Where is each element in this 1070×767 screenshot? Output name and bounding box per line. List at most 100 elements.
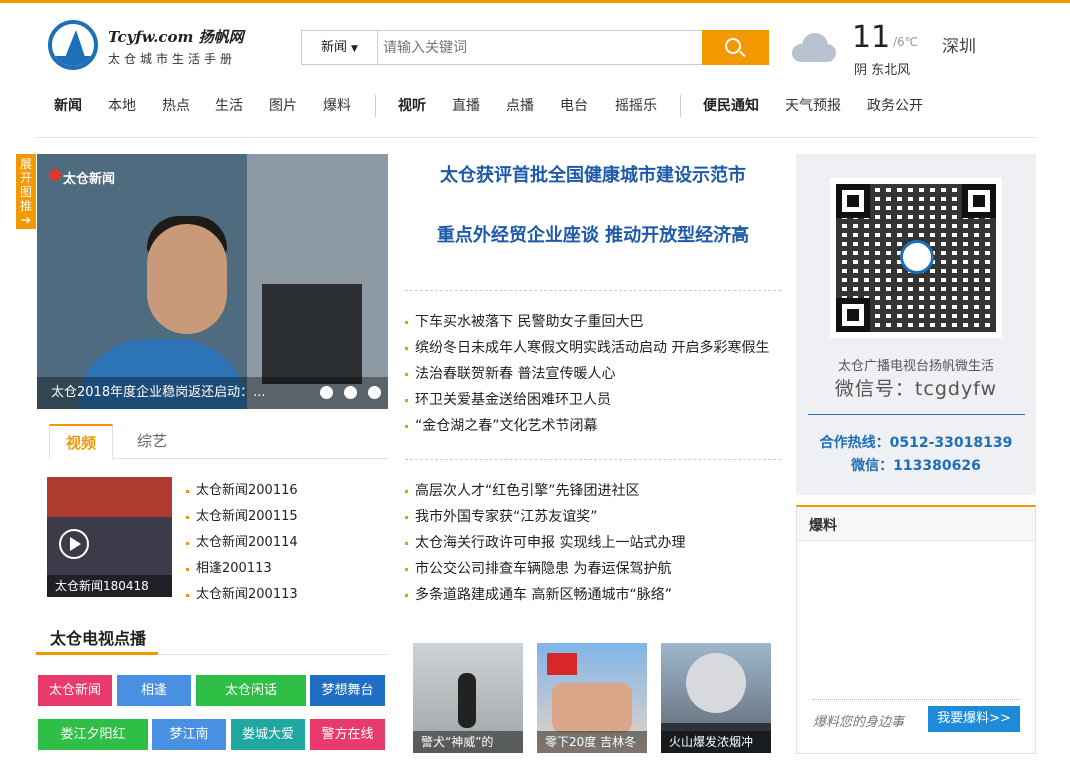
weather-description: 阴 东北风 xyxy=(854,63,911,78)
slider-dot[interactable] xyxy=(368,386,381,399)
list-item[interactable]: 太仓海关行政许可申报 实现线上一站式办理 xyxy=(405,532,685,558)
list-item[interactable]: 缤纷冬日未成年人寒假文明实践活动启动 开启多彩寒假生 xyxy=(405,337,769,363)
nav-item-live[interactable]: 直播 xyxy=(452,95,480,115)
list-item[interactable]: 太仓新闻200113 xyxy=(186,584,298,610)
qr-finder xyxy=(836,298,870,332)
play-icon xyxy=(59,529,89,559)
list-item[interactable]: 相逢200113 xyxy=(186,558,298,584)
qr-code-icon xyxy=(830,178,1002,338)
nav-item-pictures[interactable]: 图片 xyxy=(269,95,297,115)
nav-item-notices[interactable]: 便民通知 xyxy=(703,95,759,115)
tips-hint: 爆料您的身边事 xyxy=(813,715,905,730)
qr-finder xyxy=(962,184,996,218)
list-item[interactable]: 法治春联贺新春 普法宣传暖人心 xyxy=(405,363,769,389)
list-item[interactable]: “金仓湖之春”文化艺术节闭幕 xyxy=(405,415,769,441)
nav-item-hot[interactable]: 热点 xyxy=(162,95,190,115)
tab-video[interactable]: 视频 xyxy=(49,424,113,460)
qr-finder xyxy=(836,184,870,218)
section-title: 太仓电视点播 xyxy=(50,629,147,648)
tv-station-logo-icon xyxy=(49,169,61,181)
search-input[interactable] xyxy=(379,31,703,64)
tips-divider xyxy=(813,699,1019,700)
slider-image-panel xyxy=(262,284,362,384)
nav-item-news[interactable]: 新闻 xyxy=(54,95,82,115)
site-logo[interactable]: Tcyfw.com 扬帆网 太仓城市生活手册 xyxy=(48,20,248,72)
qr-wechat-contact: 微信：113380626 xyxy=(851,458,981,474)
list-item[interactable]: 高层次人才“红色引擎”先锋团进社区 xyxy=(405,480,685,506)
list-item[interactable]: 多条道路建成通车 高新区畅通城市“脉络” xyxy=(405,584,685,610)
photo-police-dog[interactable]: 警犬“神威”的 xyxy=(413,643,523,753)
headline-2[interactable]: 重点外经贸企业座谈 推动开放型经济高 xyxy=(405,221,781,247)
photo-caption: 火山爆发浓烟冲 xyxy=(661,731,771,753)
nav-divider xyxy=(375,95,376,117)
nav-item-shake[interactable]: 摇摇乐 xyxy=(615,95,657,115)
slider-dot[interactable] xyxy=(320,386,333,399)
qr-wechat-id: 微信号：tcgdyfw xyxy=(834,378,998,400)
video-thumbnail[interactable]: 太仓新闻180418 xyxy=(47,477,172,597)
video-tabs: 视频 综艺 xyxy=(49,424,388,460)
search-category-select[interactable]: 新闻 ▼ xyxy=(302,31,378,64)
qr-divider xyxy=(808,414,1025,415)
program-button-dream-jiangnan[interactable]: 梦江南 xyxy=(152,719,226,750)
program-button-xiangfeng[interactable]: 相逢 xyxy=(117,675,191,706)
photo-winter-swim[interactable]: 零下20度 吉林冬 xyxy=(537,643,647,753)
photo-volcano[interactable]: 火山爆发浓烟冲 xyxy=(661,643,771,753)
qr-account-name: 太仓广播电视台扬帆微生活 xyxy=(837,359,994,374)
search-icon xyxy=(725,38,741,54)
image-slider[interactable]: 太仓新闻 太仓2018年度企业稳岗返还启动：... xyxy=(37,154,388,409)
program-button-police-online[interactable]: 警方在线 xyxy=(310,719,385,750)
slider-caption[interactable]: 太仓2018年度企业稳岗返还启动：... xyxy=(51,381,265,400)
nav-item-life[interactable]: 生活 xyxy=(215,95,243,115)
video-list: 太仓新闻200116 太仓新闻200115 太仓新闻200114 相逢20011… xyxy=(186,480,298,610)
photo-flag xyxy=(547,653,577,675)
weather-temperature: 11 xyxy=(852,20,891,55)
logo-title: Tcyfw.com 扬帆网 xyxy=(108,28,244,46)
list-item[interactable]: 环卫关爱基金送给困难环卫人员 xyxy=(405,389,769,415)
nav-item-radio[interactable]: 电台 xyxy=(560,95,588,115)
nav-item-av[interactable]: 视听 xyxy=(398,95,426,115)
list-item[interactable]: 太仓新闻200114 xyxy=(186,532,298,558)
tips-title: 爆料 xyxy=(809,518,837,534)
tab-variety[interactable]: 综艺 xyxy=(127,424,177,460)
list-item[interactable]: 太仓新闻200115 xyxy=(186,506,298,532)
section-underline xyxy=(36,652,158,655)
search-button[interactable] xyxy=(702,30,769,65)
sail-logo-icon xyxy=(900,240,934,274)
program-button-loucheng-love[interactable]: 娄城大爱 xyxy=(231,719,305,750)
program-button-loujiang-sunset[interactable]: 娄江夕阳红 xyxy=(38,719,148,750)
nav-divider xyxy=(680,95,681,117)
photo-smoke xyxy=(686,653,746,713)
program-button-dream-stage[interactable]: 梦想舞台 xyxy=(310,675,385,706)
headline-1[interactable]: 太仓获评首批全国健康城市建设示范市 xyxy=(405,161,781,187)
dashed-divider xyxy=(405,290,781,291)
search-bar: 新闻 ▼ xyxy=(301,30,769,65)
nav-item-tips[interactable]: 爆料 xyxy=(323,95,351,115)
logo-subtitle: 太仓城市生活手册 xyxy=(108,52,237,66)
tips-panel-header: 爆料 xyxy=(797,507,1035,541)
expand-slideshow-tab[interactable]: 展开图推 ➔ xyxy=(16,154,36,229)
photo-caption: 警犬“神威”的 xyxy=(413,731,523,753)
list-item[interactable]: 我市外国专家获“江苏友谊奖” xyxy=(405,506,685,532)
weather-city[interactable]: 深圳 xyxy=(942,32,976,57)
tv-vod-section-header: 太仓电视点播 xyxy=(36,625,388,655)
photo-figure xyxy=(458,673,476,728)
program-button-taicang-news[interactable]: 太仓新闻 xyxy=(38,675,112,706)
nav-item-weather[interactable]: 天气预报 xyxy=(785,95,841,115)
tips-panel: 爆料 爆料您的身边事 我要爆料>> xyxy=(796,505,1036,754)
weather-temp-range: /6℃ xyxy=(893,35,919,49)
list-item[interactable]: 市公交公司排查车辆隐患 为春运保驾护航 xyxy=(405,558,685,584)
news-list-2: 高层次人才“红色引擎”先锋团进社区 我市外国专家获“江苏友谊奖” 太仓海关行政许… xyxy=(405,480,685,610)
photo-swimmers xyxy=(552,683,632,733)
thumb-stage xyxy=(47,477,172,517)
slider-dot[interactable] xyxy=(344,386,357,399)
cloud-icon xyxy=(792,30,836,64)
nav-item-government[interactable]: 政务公开 xyxy=(867,95,923,115)
list-item[interactable]: 下车买水被落下 民警助女子重回大巴 xyxy=(405,311,769,337)
submit-tip-button[interactable]: 我要爆料>> xyxy=(928,706,1020,732)
slider-image-head xyxy=(147,224,227,334)
nav-item-vod[interactable]: 点播 xyxy=(506,95,534,115)
list-item[interactable]: 太仓新闻200116 xyxy=(186,480,298,506)
news-list-1: 下车买水被落下 民警助女子重回大巴 缤纷冬日未成年人寒假文明实践活动启动 开启多… xyxy=(405,311,769,441)
program-button-taicang-chat[interactable]: 太仓闲话 xyxy=(196,675,306,706)
nav-item-local[interactable]: 本地 xyxy=(108,95,136,115)
